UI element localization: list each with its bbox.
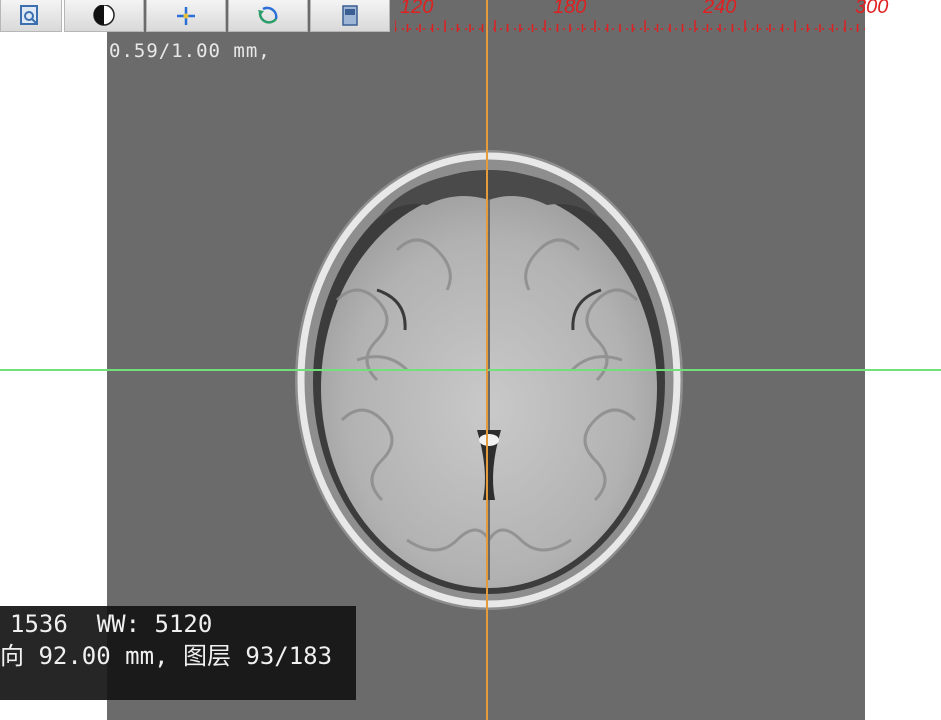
rotate-button[interactable] <box>228 0 308 32</box>
window-level-info: 1536 WW: 5120 <box>10 610 213 638</box>
ruler-label-240: 240 <box>703 0 737 18</box>
ruler-label-120: 120 <box>400 0 434 18</box>
ruler-label-180: 180 <box>553 0 587 18</box>
mri-viewer-window: 0.59/1.00 mm, 120 180 240 300 1536 WW: 5… <box>0 0 941 720</box>
ruler-ticks <box>394 20 865 32</box>
pan-crosshair-button[interactable] <box>146 0 226 32</box>
slice-position-info: 向 92.00 mm, 图层 93/183 <box>0 642 333 670</box>
crosshair-vertical[interactable] <box>486 0 488 720</box>
window-level-button[interactable] <box>64 0 144 32</box>
pan-crosshair-icon <box>177 6 195 25</box>
zoom-fit-icon <box>20 4 38 25</box>
image-info-panel: 1536 WW: 5120 向 92.00 mm, 图层 93/183 <box>0 606 356 700</box>
window-level-icon <box>93 4 115 26</box>
rotate-icon <box>258 6 278 24</box>
pixel-spacing-readout: 0.59/1.00 mm, <box>109 40 271 62</box>
crosshair-horizontal[interactable] <box>0 369 941 371</box>
toolbar <box>0 0 390 32</box>
zoom-fit-button[interactable] <box>0 0 62 32</box>
ruler-label-300: 300 <box>855 0 889 18</box>
horizontal-ruler: 120 180 240 300 <box>394 0 888 32</box>
layers-button[interactable] <box>310 0 390 32</box>
layers-icon <box>342 4 358 26</box>
